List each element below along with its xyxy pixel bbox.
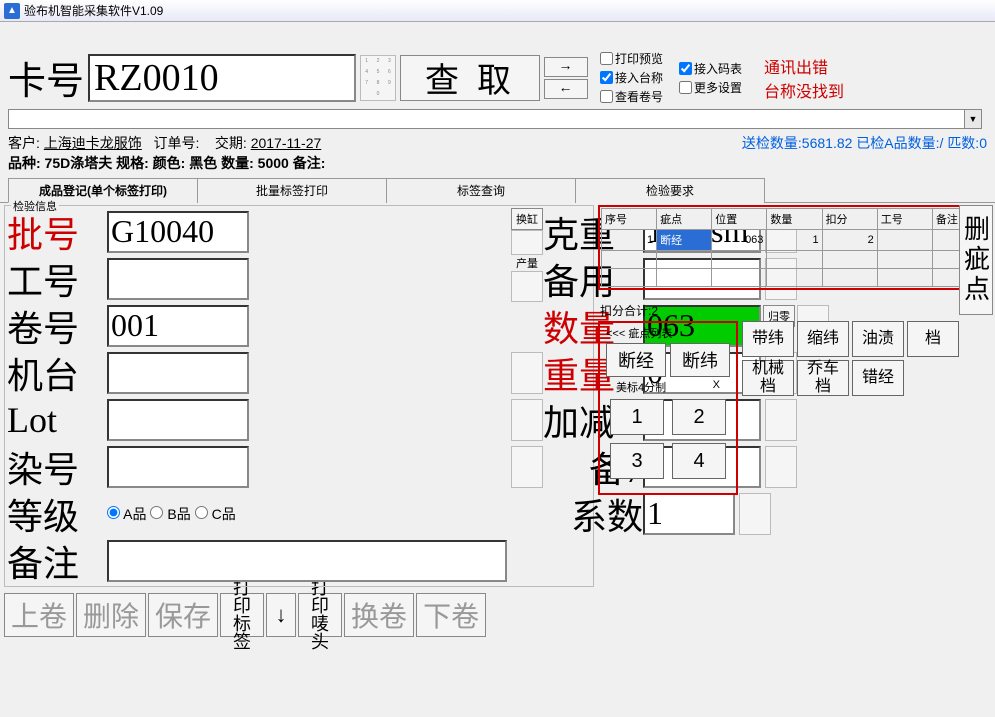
radio-b[interactable]: B品: [150, 504, 190, 524]
score-1-btn[interactable]: 1: [610, 399, 664, 435]
roll-input[interactable]: [107, 305, 249, 347]
dye-label: 染号: [7, 441, 107, 493]
defect-list-title: <<< 疵点列表: [606, 325, 730, 341]
print-label-btn[interactable]: 打印标签: [220, 593, 264, 637]
table-row[interactable]: [602, 269, 988, 287]
up-roll-btn[interactable]: 上卷: [4, 593, 74, 637]
card-input[interactable]: [88, 54, 356, 102]
kp4[interactable]: [511, 399, 543, 441]
defect-type-btn[interactable]: 缩纬: [797, 321, 849, 357]
radio-a[interactable]: A品: [107, 504, 146, 524]
tab-label-query[interactable]: 标签查询: [386, 178, 576, 203]
titlebar: ▲ 验布机智能采集软件V1.09: [0, 0, 995, 22]
window-title: 验布机智能采集软件V1.09: [24, 2, 163, 19]
kp2[interactable]: [511, 271, 543, 302]
batch-input[interactable]: [107, 211, 249, 253]
th-no: 序号: [602, 209, 657, 230]
main-combo[interactable]: ▼: [8, 109, 982, 129]
tab-requirements[interactable]: 检验要求: [575, 178, 765, 203]
cb-code[interactable]: 接入码表: [679, 60, 742, 77]
cb-roll[interactable]: 查看卷号: [600, 88, 663, 105]
roll-label: 卷号: [7, 300, 107, 352]
machine-input[interactable]: [107, 352, 249, 394]
dye-input[interactable]: [107, 446, 249, 488]
arrow-left-button[interactable]: ←: [544, 79, 588, 99]
std-label: 美标4分制: [616, 379, 666, 395]
status-err2: 台称没找到: [764, 78, 844, 102]
card-label: 卡号: [8, 50, 84, 105]
print-head-btn[interactable]: 打印唛头: [298, 593, 342, 637]
arrow-right-button[interactable]: →: [544, 57, 588, 77]
defect-type-btn[interactable]: 机械档: [742, 360, 794, 396]
cb-preview[interactable]: 打印预览: [600, 50, 663, 67]
score-3-btn[interactable]: 3: [610, 443, 664, 479]
keypad-card[interactable]: 1234567890: [360, 55, 396, 101]
customer-info: 客户: 上海迪卡龙服饰 订单号: 交期: 2017-11-27: [8, 133, 321, 153]
score-2-btn[interactable]: 2: [672, 399, 726, 435]
delete-defect-btn[interactable]: 删疵点: [959, 205, 993, 315]
worker-input[interactable]: [107, 258, 249, 300]
th-worker: 工号: [877, 209, 932, 230]
th-defect: 疵点: [657, 209, 712, 230]
score-total: 扣分合计:2: [600, 302, 991, 319]
defect-type-btn[interactable]: 乔车档: [797, 360, 849, 396]
change-roll-btn[interactable]: 换卷: [344, 593, 414, 637]
query-button[interactable]: 查取: [400, 55, 540, 101]
lot-input[interactable]: [107, 399, 249, 441]
next-roll-btn[interactable]: 下卷: [416, 593, 486, 637]
kp1[interactable]: [511, 230, 543, 255]
kp3[interactable]: [511, 352, 543, 394]
grade-label: 等级: [7, 488, 107, 540]
defect-table[interactable]: 序号 疵点 位置 数量 扣分 工号 备注 1 断经 063 1 2: [601, 208, 988, 287]
defect-type-grid: 带纬 缩纬 油渍 档 机械档 乔车档 错经: [742, 321, 959, 396]
cb-more[interactable]: 更多设置: [679, 79, 742, 96]
kp5[interactable]: [511, 446, 543, 488]
tab-batch-print[interactable]: 批量标签打印: [197, 178, 387, 203]
table-row[interactable]: 1 断经 063 1 2: [602, 230, 988, 251]
cb-scale[interactable]: 接入台称: [600, 69, 663, 86]
machine-label: 机台: [7, 347, 107, 399]
defect-type-btn[interactable]: 油渍: [852, 321, 904, 357]
defect-dw-btn[interactable]: 断纬: [670, 343, 730, 377]
defect-table-frame: 序号 疵点 位置 数量 扣分 工号 备注 1 断经 063 1 2: [598, 205, 991, 290]
down-arrow-btn[interactable]: ↓: [266, 593, 296, 637]
defect-type-btn[interactable]: 错经: [852, 360, 904, 396]
save-btn[interactable]: 保存: [148, 593, 218, 637]
close-x[interactable]: X: [713, 379, 720, 395]
app-icon: ▲: [4, 3, 20, 19]
defect-type-btn[interactable]: 带纬: [742, 321, 794, 357]
fieldset-label: 检验信息: [11, 198, 59, 214]
status-err1: 通讯出错: [764, 54, 844, 78]
th-qty: 数量: [767, 209, 822, 230]
change-vat-btn[interactable]: 换缸: [511, 208, 543, 230]
note-input[interactable]: [107, 540, 507, 582]
score-4-btn[interactable]: 4: [672, 443, 726, 479]
th-pos: 位置: [712, 209, 767, 230]
radio-c[interactable]: C品: [195, 504, 236, 524]
worker-label: 工号: [7, 253, 107, 305]
defect-type-btn[interactable]: 档: [907, 321, 959, 357]
chevron-down-icon[interactable]: ▼: [964, 110, 981, 128]
th-score: 扣分: [822, 209, 877, 230]
product-info: 品种: 75D涤塔夫 规格: 颜色: 黑色 数量: 5000 备注:: [0, 153, 995, 177]
note-label: 备注: [7, 535, 107, 587]
lot-label: Lot: [7, 399, 107, 441]
delete-btn[interactable]: 删除: [76, 593, 146, 637]
defect-list-panel: <<< 疵点列表 断经 断纬 美标4分制 X 1 2 3 4: [598, 321, 738, 495]
defect-dj-btn[interactable]: 断经: [606, 343, 666, 377]
stats-info: 送检数量:5681.82 已检A品数量:/ 匹数:0: [742, 133, 987, 153]
output-label: 产量: [516, 255, 538, 271]
table-row[interactable]: [602, 251, 988, 269]
